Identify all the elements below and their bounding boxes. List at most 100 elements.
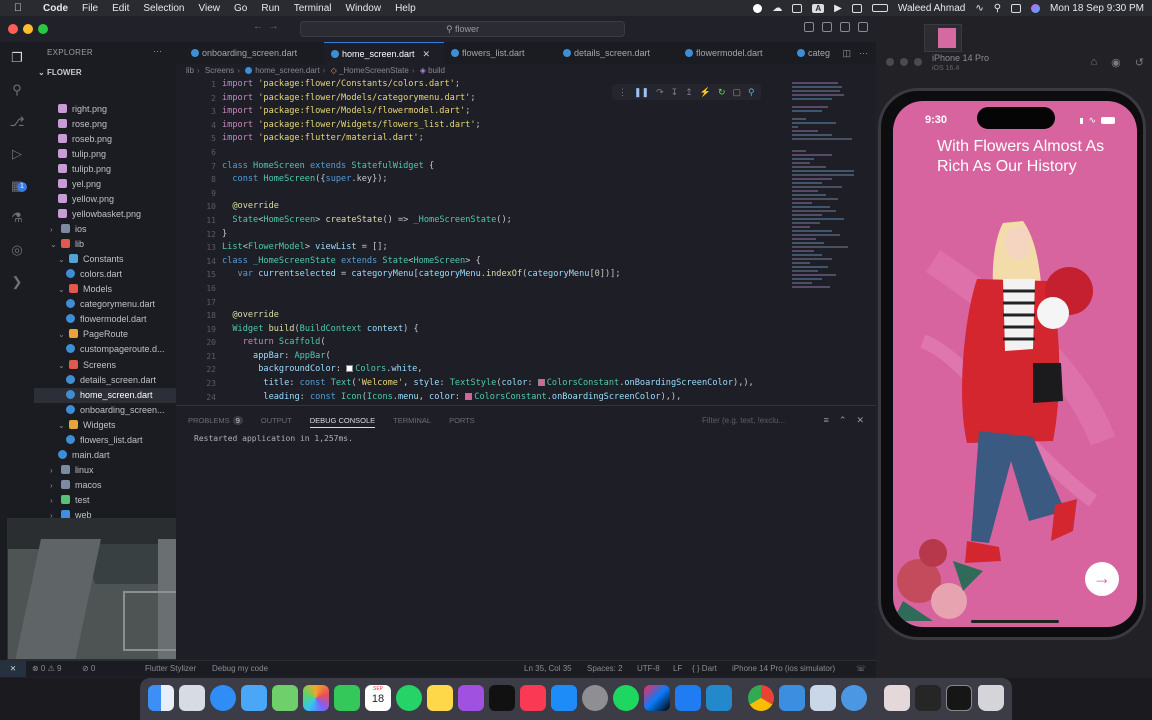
toggle-secondary-sidebar-icon[interactable]	[840, 22, 850, 32]
apple-tv-icon[interactable]	[489, 685, 515, 711]
wifi-icon[interactable]: ∿	[975, 3, 983, 14]
mail-icon[interactable]	[241, 685, 267, 711]
home-indicator[interactable]	[971, 620, 1059, 623]
preview-icon[interactable]	[810, 685, 836, 711]
tree-item-home-screen-dart[interactable]: home_screen.dart	[34, 387, 176, 403]
code-line[interactable]: Widget build(BuildContext context) {	[222, 323, 754, 337]
code-line[interactable]: import 'package:flower/Widgets/flowers_l…	[222, 119, 754, 133]
tree-item-yellowbasket-png[interactable]: yellowbasket.png	[34, 207, 176, 222]
screen-icon[interactable]	[851, 3, 862, 13]
stop-icon[interactable]: ▢	[733, 87, 742, 98]
tab-categorymenu[interactable]: categ	[790, 42, 830, 64]
creative-cloud-icon[interactable]: ☁	[772, 3, 782, 14]
screenshot-icon[interactable]: ◉	[1111, 56, 1121, 69]
search-icon[interactable]: ⚲	[994, 3, 1001, 14]
play-icon[interactable]: ▶	[834, 3, 842, 14]
zoom-sim-button[interactable]	[914, 58, 922, 66]
window-icon[interactable]	[792, 3, 803, 13]
code-line[interactable]: ​	[222, 187, 754, 201]
terminal-thumb-icon[interactable]	[915, 685, 941, 711]
code-line[interactable]: title: const Text('Welcome', style: Text…	[222, 377, 753, 391]
info-status[interactable]: ⊘ 0	[82, 664, 95, 673]
encoding-status[interactable]: UTF-8	[637, 664, 660, 673]
toggle-sidebar-icon[interactable]	[804, 22, 814, 32]
trash-icon[interactable]	[978, 685, 1004, 711]
podcasts-icon[interactable]	[458, 685, 484, 711]
step-into-icon[interactable]: ↧	[671, 87, 679, 98]
panel-tab-output[interactable]: OUTPUT	[261, 416, 292, 428]
tree-item-custompageroute-d[interactable]: custompageroute.d...	[34, 342, 176, 357]
home-icon[interactable]: ⌂	[1091, 56, 1098, 69]
menu-app[interactable]: Code	[36, 3, 75, 14]
tree-item-yellow-png[interactable]: yellow.png	[34, 192, 176, 207]
tree-item-colors-dart[interactable]: colors.dart	[34, 267, 176, 282]
source-control-icon[interactable]: ⎇	[9, 114, 25, 130]
code-line[interactable]: ​	[222, 146, 754, 160]
code-line[interactable]: appBar: AppBar(	[222, 350, 754, 364]
tree-item-ios[interactable]: › ios	[34, 222, 176, 237]
run-debug-icon[interactable]: ▷	[9, 146, 25, 162]
menu-window[interactable]: Window	[339, 3, 389, 14]
maximize-panel-icon[interactable]: ⌃	[839, 415, 847, 426]
record-icon[interactable]	[753, 3, 763, 13]
notifications-icon[interactable]: ☏	[856, 664, 866, 673]
command-center-search[interactable]: ⚲ flower	[300, 21, 625, 37]
photo-thumb-icon[interactable]	[884, 685, 910, 711]
tab-details-screen[interactable]: details_screen.dart	[556, 42, 650, 64]
explorer-root[interactable]: ⌄ FLOWER	[38, 68, 82, 77]
problems-status[interactable]: ⊗ 0 ⚠ 9	[32, 664, 61, 673]
next-button[interactable]: →	[1085, 562, 1119, 596]
debug-filter-input[interactable]: Filter (e.g. text, !exclu...	[702, 416, 785, 425]
app-screen[interactable]: 9:30 ∿ With Flowers Almost As Rich As Ou…	[893, 101, 1137, 627]
debug-status[interactable]: Debug my code	[212, 664, 268, 673]
close-tab-icon[interactable]: ✕	[423, 49, 431, 59]
tree-item-main-dart[interactable]: main.dart	[34, 448, 176, 463]
more-tab-actions-icon[interactable]: ···	[859, 48, 868, 59]
code-line[interactable]: var currentselected = categoryMenu[categ…	[222, 268, 754, 282]
safari-icon[interactable]	[210, 685, 236, 711]
tree-item-screens[interactable]: ⌄ Screens	[34, 358, 176, 373]
code-line[interactable]: List<FlowerModel> viewList = [];	[222, 241, 754, 255]
apple-icon[interactable]: 	[0, 2, 36, 14]
code-line[interactable]: ​	[222, 282, 754, 296]
calendar-icon[interactable]: SEP 18	[365, 685, 391, 711]
tab-flowers-list[interactable]: flowers_list.dart	[444, 42, 525, 64]
tree-item-flowers-list-dart[interactable]: flowers_list.dart	[34, 433, 176, 448]
code-line[interactable]: ​	[222, 296, 754, 310]
color-swatch-icon[interactable]	[537, 379, 545, 387]
close-panel-icon[interactable]: ✕	[856, 415, 864, 426]
tree-item-details-screen-dart[interactable]: details_screen.dart	[34, 373, 176, 388]
xcode-icon[interactable]	[675, 685, 701, 711]
keyboard-a-icon[interactable]: A	[812, 3, 825, 13]
zoom-window-button[interactable]	[38, 24, 48, 34]
step-over-icon[interactable]: ↷	[656, 87, 664, 98]
facetime-icon[interactable]	[334, 685, 360, 711]
menu-selection[interactable]: Selection	[136, 3, 191, 14]
close-sim-button[interactable]	[886, 58, 894, 66]
rotate-icon[interactable]: ↺	[1135, 56, 1144, 69]
menubar-clock[interactable]: Mon 18 Sep 9:30 PM	[1050, 3, 1144, 14]
tree-item-macos[interactable]: › macos	[34, 478, 176, 493]
tree-item-roseb-png[interactable]: roseb.png	[34, 132, 176, 147]
inspect-widget-icon[interactable]: ⚲	[748, 87, 755, 98]
spotify-icon[interactable]	[613, 685, 639, 711]
photos-icon[interactable]	[303, 685, 329, 711]
code-line[interactable]: leading: const Icon(Icons.menu, color: C…	[222, 391, 754, 405]
code-line[interactable]: import 'package:flutter/material.dart';	[222, 132, 754, 146]
intellij-icon[interactable]	[644, 685, 670, 711]
close-window-button[interactable]	[8, 24, 18, 34]
battery-icon[interactable]	[871, 4, 888, 12]
customize-layout-icon[interactable]	[858, 22, 868, 32]
whatsapp-icon[interactable]	[396, 685, 422, 711]
tab-flowermodel[interactable]: flowermodel.dart	[678, 42, 763, 64]
tree-item-right-png[interactable]: right.png	[34, 102, 176, 117]
tree-item-widgets[interactable]: ⌄ Widgets	[34, 418, 176, 433]
android-studio-icon[interactable]	[779, 685, 805, 711]
color-swatch-icon[interactable]	[465, 392, 473, 400]
minimize-window-button[interactable]	[23, 24, 33, 34]
minimize-sim-button[interactable]	[900, 58, 908, 66]
panel-tab-ports[interactable]: PORTS	[449, 416, 475, 428]
launchpad-icon[interactable]	[179, 685, 205, 711]
tree-item-constants[interactable]: ⌄ Constants	[34, 252, 176, 267]
control-center-icon[interactable]	[1011, 3, 1022, 13]
